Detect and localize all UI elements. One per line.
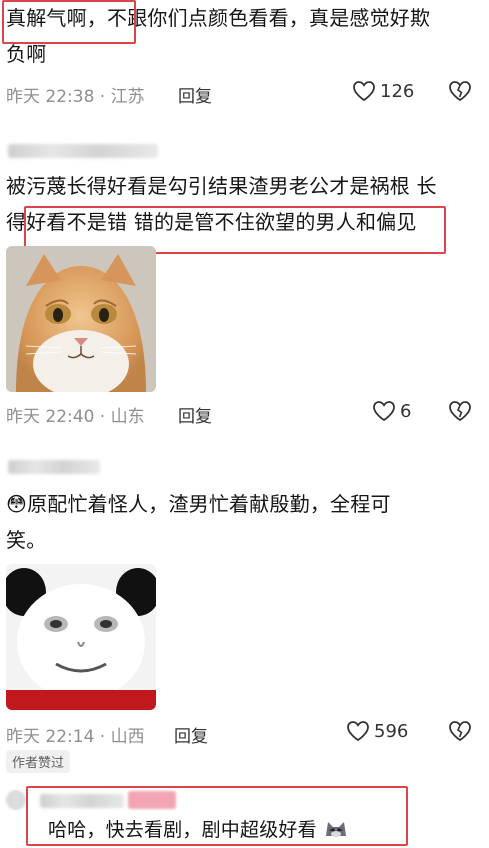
comment-2-username-blurred[interactable]	[8, 144, 158, 158]
comment-1-dislike-button[interactable]	[448, 80, 472, 106]
comment-1-like-button[interactable]: 126	[352, 80, 414, 102]
comment-2-like-count: 6	[400, 400, 412, 422]
comment-2-dislike-button[interactable]	[448, 400, 472, 426]
comment-4-text: 哈哈，快去看剧，剧中超级好看	[48, 816, 349, 844]
comment-2-cat-image[interactable]	[6, 246, 156, 392]
comment-3-meta: 昨天 22:14 · 山西	[6, 727, 145, 747]
comment-1-reply-button[interactable]: 回复	[178, 82, 212, 107]
comment-3-dislike-button[interactable]	[448, 720, 472, 746]
broken-heart-icon	[449, 401, 471, 422]
flushed-emoji-icon: 😳	[6, 492, 28, 516]
heart-outline-icon	[347, 721, 369, 742]
comment-4-avatar[interactable]	[6, 790, 26, 810]
author-liked-badge: 作者赞过	[6, 750, 71, 773]
comment-3-username-blurred[interactable]	[8, 460, 100, 474]
comment-1-time: 昨天 22:38	[6, 87, 95, 107]
panda-face-image	[6, 564, 156, 710]
comment-2-reply-button[interactable]: 回复	[178, 402, 212, 427]
comment-2-meta: 昨天 22:40 · 山东	[6, 407, 145, 427]
raccoon-emoji-icon	[326, 822, 347, 837]
comment-3-time: 昨天 22:14	[6, 727, 95, 747]
comment-3-like-count: 596	[374, 720, 409, 742]
comment-3-text-line1: 😳原配忙着怪人，渣男忙着献殷勤，全程可	[6, 488, 391, 520]
broken-heart-icon	[449, 81, 471, 102]
heart-outline-icon	[353, 81, 375, 102]
comment-3-location: 山西	[110, 727, 145, 747]
comment-2-time: 昨天 22:40	[6, 407, 95, 427]
comment-1-meta: 昨天 22:38 · 江苏	[6, 87, 145, 107]
comment-3-text: 原配忙着怪人，渣男忙着献殷勤，全程可	[27, 492, 391, 516]
comment-3-reply-button[interactable]: 回复	[174, 722, 208, 747]
comment-1-location: 江苏	[110, 87, 145, 107]
comment-3-text-line2: 笑。	[6, 528, 47, 552]
comment-2-location: 山东	[110, 407, 145, 427]
heart-outline-icon	[373, 401, 395, 422]
cat-face-image	[6, 246, 156, 392]
comment-3-panda-meme-image[interactable]	[6, 564, 156, 710]
highlight-box-1	[2, 0, 136, 44]
comment-2-text-line1: 被污蔑长得好看是勾引结果渣男老公才是祸根 长	[6, 174, 437, 198]
comment-3-like-button[interactable]: 596	[346, 720, 408, 742]
comment-4-text-content: 哈哈，快去看剧，剧中超级好看	[48, 819, 317, 841]
broken-heart-icon	[449, 721, 471, 742]
comment-1-like-count: 126	[380, 80, 415, 102]
comment-2-like-button[interactable]: 6	[372, 400, 411, 422]
